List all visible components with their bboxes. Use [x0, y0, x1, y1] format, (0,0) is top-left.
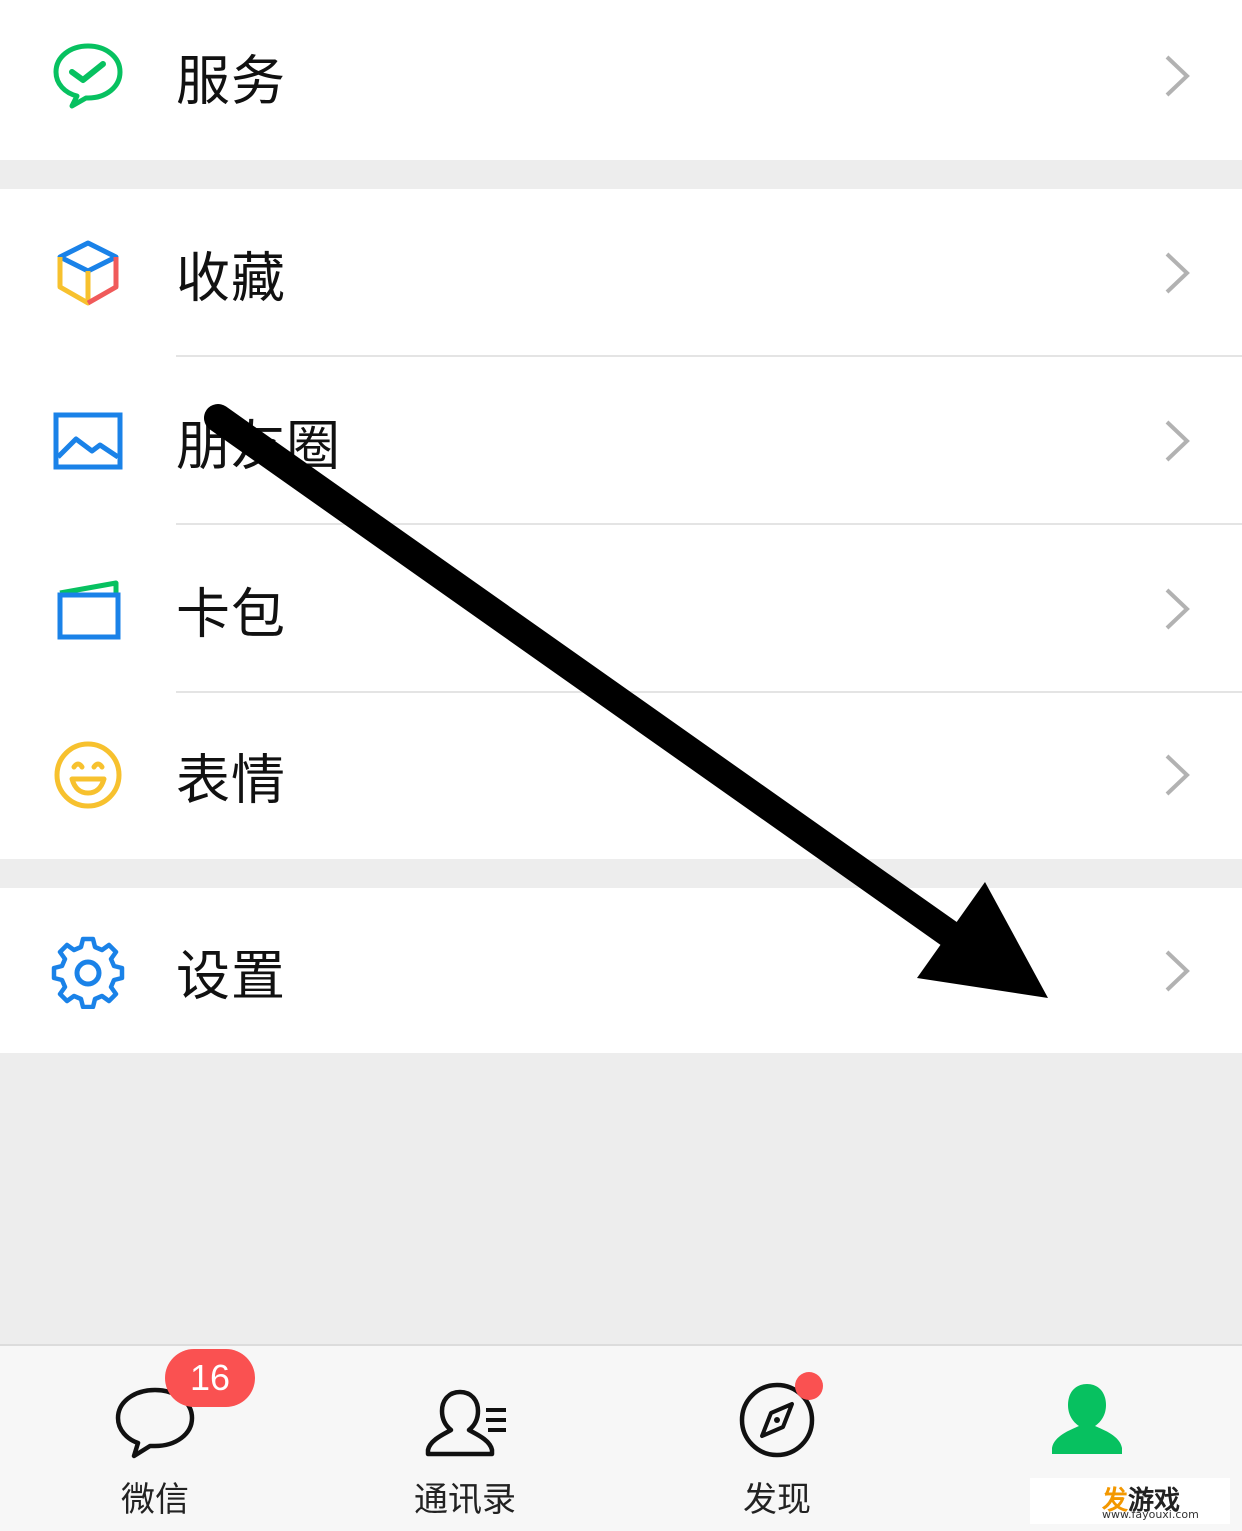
- settings-gear-icon: [50, 933, 126, 1009]
- chevron-right-icon: [1162, 53, 1192, 99]
- tab-discover[interactable]: 发现: [677, 1346, 877, 1531]
- menu-group-settings: 设置: [0, 888, 1242, 1053]
- me-person-icon: [1042, 1380, 1132, 1464]
- discover-notification-dot: [795, 1372, 823, 1400]
- moments-picture-icon: [50, 403, 126, 479]
- unread-count-badge: 16: [165, 1349, 255, 1407]
- menu-item-favorites[interactable]: 收藏: [0, 189, 1242, 357]
- tab-contacts[interactable]: 通讯录: [365, 1346, 565, 1531]
- menu-item-label: 卡包: [176, 582, 286, 646]
- chevron-right-icon: [1162, 418, 1192, 464]
- menu-item-settings[interactable]: 设置: [0, 887, 1242, 1055]
- chevron-right-icon: [1162, 752, 1192, 798]
- favorites-cube-icon: [50, 235, 126, 311]
- tab-label: 微信: [121, 1480, 189, 1520]
- menu-item-label: 设置: [176, 944, 286, 1008]
- chevron-right-icon: [1162, 250, 1192, 296]
- contacts-icon: [420, 1380, 510, 1464]
- wechat-pay-service-icon: [50, 38, 126, 114]
- chevron-right-icon: [1162, 586, 1192, 632]
- menu-item-card-wallet[interactable]: 卡包: [0, 525, 1242, 693]
- tab-label: 通讯录: [414, 1480, 516, 1520]
- menu-item-label: 表情: [176, 748, 286, 812]
- menu-item-moments[interactable]: 朋友圈: [0, 357, 1242, 525]
- menu-item-label: 服务: [176, 49, 286, 113]
- sticker-smiley-icon: [50, 737, 126, 813]
- menu-item-stickers[interactable]: 表情: [0, 691, 1242, 859]
- menu-item-label: 收藏: [176, 246, 286, 310]
- card-wallet-icon: [50, 571, 126, 647]
- chevron-right-icon: [1162, 948, 1192, 994]
- site-watermark: 发游戏 www.fayouxi.com: [1030, 1478, 1230, 1524]
- menu-item-label: 朋友圈: [176, 414, 341, 478]
- tab-label: 发现: [743, 1480, 811, 1520]
- menu-item-services[interactable]: 服务: [0, 0, 1242, 160]
- menu-group-services: 服务: [0, 0, 1242, 160]
- menu-group-main: 收藏 朋友圈 卡包 表情: [0, 189, 1242, 859]
- watermark-url: www.fayouxi.com: [1102, 1508, 1199, 1521]
